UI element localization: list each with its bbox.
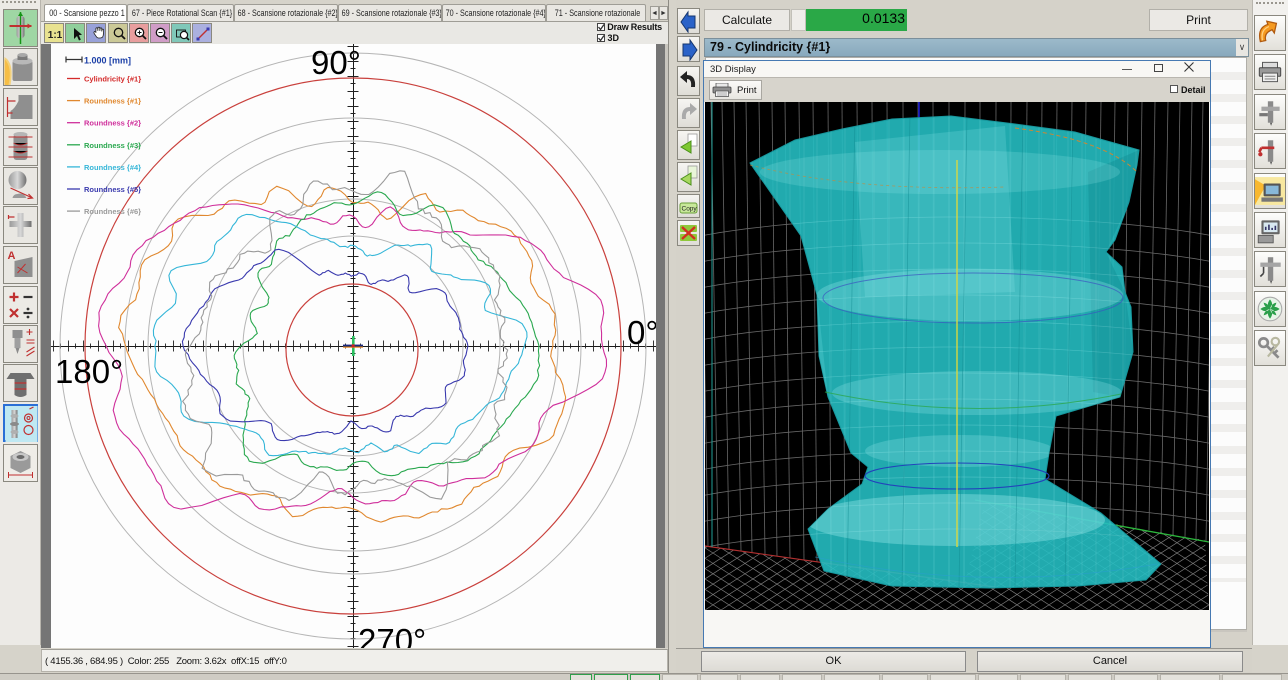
svg-text:Roundness {#6}: Roundness {#6} bbox=[84, 207, 141, 216]
svg-text:90°: 90° bbox=[311, 44, 361, 81]
svg-text:1:1: 1:1 bbox=[48, 30, 63, 41]
svg-text:Roundness {#4}: Roundness {#4} bbox=[84, 163, 141, 172]
svg-text:0°: 0° bbox=[627, 314, 656, 351]
svg-text:270°: 270° bbox=[358, 622, 426, 648]
svg-text:180°: 180° bbox=[55, 353, 123, 390]
svg-text:Roundness {#1}: Roundness {#1} bbox=[84, 97, 141, 106]
svg-text:1.000 [mm]: 1.000 [mm] bbox=[84, 56, 131, 66]
svg-text:Copy: Copy bbox=[682, 206, 698, 213]
svg-text:Cylindricity {#1}: Cylindricity {#1} bbox=[84, 75, 141, 84]
svg-text:Roundness {#5}: Roundness {#5} bbox=[84, 185, 141, 194]
svg-text:Roundness {#3}: Roundness {#3} bbox=[84, 141, 141, 150]
svg-text:Roundness {#2}: Roundness {#2} bbox=[84, 119, 141, 128]
svg-text:A: A bbox=[8, 250, 16, 262]
